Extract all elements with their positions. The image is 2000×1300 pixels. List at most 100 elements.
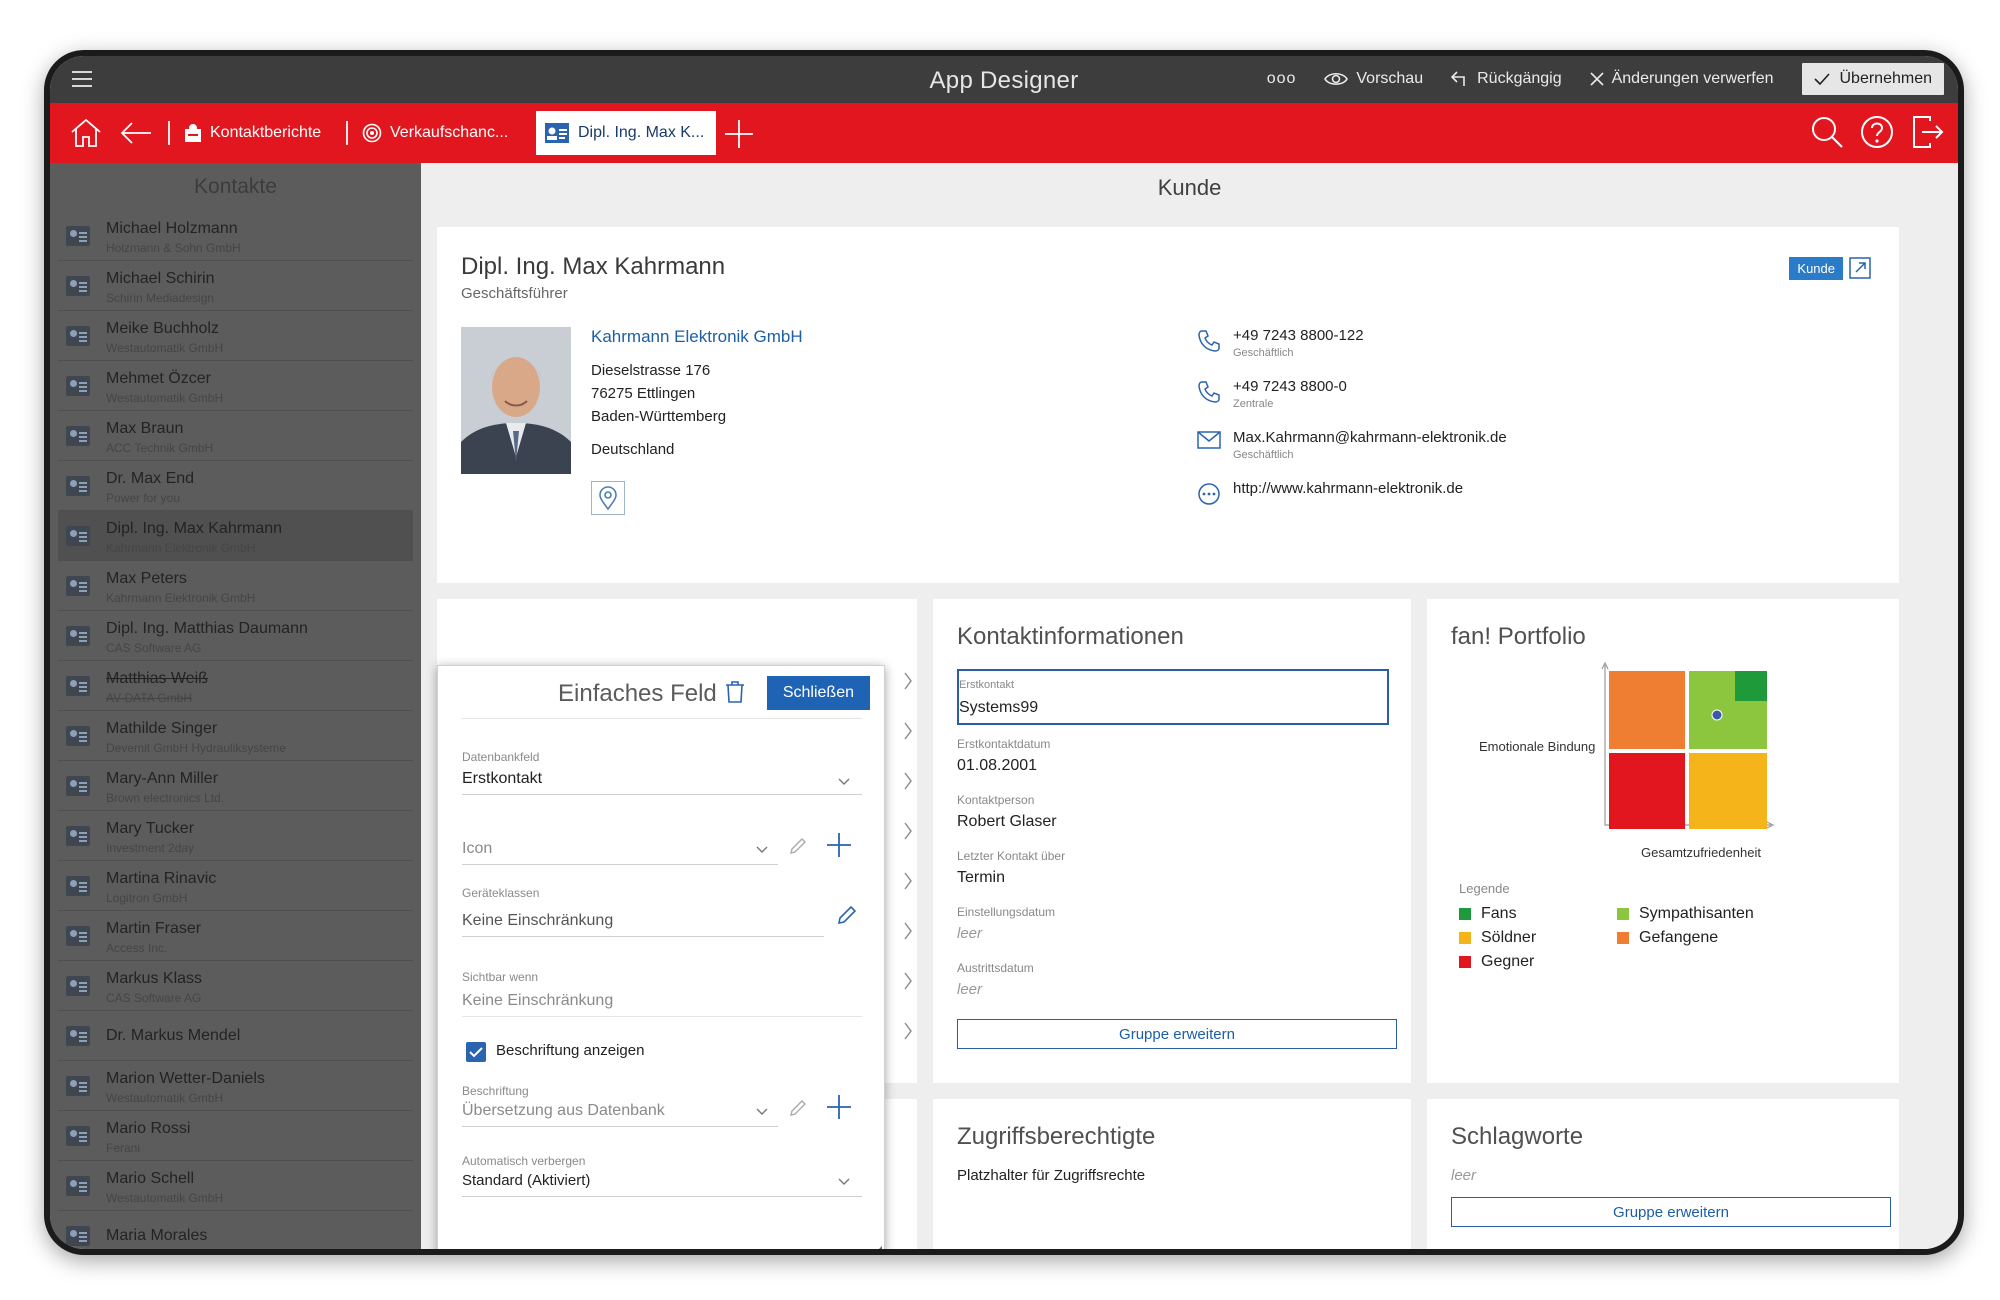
contact-list-name: Mathilde Singer — [106, 720, 218, 737]
phone-1-label: Geschäftlich — [1233, 347, 1294, 359]
contact-card-icon — [66, 726, 90, 746]
contact-list-item[interactable]: Mathilde Singer Devemit GmbH Hydrauliksys… — [58, 711, 413, 761]
legend-label: Sympathisanten — [1639, 905, 1754, 922]
field-value: Systems99 — [959, 699, 1039, 716]
contact-list-company: Access Inc. — [106, 941, 168, 955]
chevron-down-icon[interactable] — [756, 1108, 768, 1116]
contact-list-item[interactable]: Matthias Weiß AV-DATA GmbH — [58, 661, 413, 711]
address-country: Deutschland — [591, 441, 675, 458]
contact-list-company: Westautomatik GmbH — [106, 1091, 224, 1105]
contact-list-name: Markus Klass — [106, 970, 203, 987]
company-link[interactable]: Kahrmann Elektronik GmbH — [591, 327, 803, 347]
contact-list-item[interactable]: Dr. Max End Power for you — [58, 461, 413, 511]
expand-group-button[interactable]: Gruppe erweitern — [957, 1019, 1397, 1049]
contact-list-item[interactable]: Martina Rinavic Logitron GmbH — [58, 861, 413, 911]
quadrant-soeldner — [1689, 753, 1767, 829]
erstkontakt-field-selected[interactable]: Erstkontakt Systems99 — [957, 669, 1389, 725]
website-value: http://www.kahrmann-elektronik.de — [1233, 480, 1464, 497]
contact-list-name: Martina Rinavic — [106, 870, 217, 887]
edit-pencil-icon[interactable] — [788, 1098, 808, 1118]
apply-button[interactable]: Übernehmen — [1801, 63, 1944, 95]
contact-list-item[interactable]: Dipl. Ing. Max Kahrmann Kahrmann Elektron… — [58, 511, 413, 561]
contact-list-item[interactable]: Markus Klass CAS Software AG — [58, 961, 413, 1011]
undo-button[interactable]: Rückgängig — [1451, 70, 1562, 88]
contact-list-item[interactable]: Martin Fraser Access Inc. — [58, 911, 413, 961]
address-city: 76275 Ettlingen — [591, 385, 696, 402]
contact-list-name: Mario Rossi — [106, 1120, 191, 1137]
resize-handle-icon[interactable] — [874, 1246, 882, 1249]
chevron-down-icon[interactable] — [838, 778, 850, 786]
edit-pencil-icon[interactable] — [788, 836, 808, 856]
tags-expand-button[interactable]: Gruppe erweitern — [1451, 1197, 1891, 1227]
show-caption-checkbox[interactable] — [466, 1042, 486, 1062]
contact-card-icon — [66, 926, 90, 946]
contact-card-icon — [66, 476, 90, 496]
contact-list-name: Marion Wetter-Daniels — [106, 1070, 265, 1087]
back-arrow-icon[interactable] — [120, 121, 152, 145]
contact-list-company: ACC Technik GmbH — [106, 441, 214, 455]
contact-list-item[interactable]: Max Peters Kahrmann Elektronik GmbH — [58, 561, 413, 611]
tab-kontaktberichte[interactable]: Kontaktberichte — [184, 115, 321, 151]
contact-list-company: Kahrmann Elektronik GmbH — [106, 591, 256, 605]
checkmark-icon — [469, 1046, 483, 1057]
contact-card-icon — [545, 123, 569, 143]
tab-contact-active[interactable]: Dipl. Ing. Max K... — [536, 111, 717, 155]
add-icon[interactable] — [826, 832, 852, 858]
logout-icon[interactable] — [1910, 115, 1944, 149]
caption-select[interactable]: Übersetzung aus Datenbank — [462, 1102, 665, 1120]
home-icon[interactable] — [70, 118, 102, 148]
edit-pencil-icon[interactable] — [836, 904, 858, 926]
contact-list-item[interactable]: Mario Schell Westautomatik GmbH — [58, 1161, 413, 1211]
field-label: Erstkontakt — [959, 679, 1015, 691]
contact-list-item[interactable]: Mario Rossi Ferani — [58, 1111, 413, 1161]
contact-card-icon — [66, 1176, 90, 1196]
contact-list-item[interactable]: Michael Schirin Schirin Mediadesign — [58, 261, 413, 311]
contact-list-item[interactable]: Michael Holzmann Holzmann & Sohn GmbH — [58, 211, 413, 261]
tab-bar-actions — [1810, 115, 1944, 149]
close-popup-button[interactable]: Schließen — [766, 676, 870, 710]
contact-card-icon — [66, 226, 90, 246]
preview-button[interactable]: Vorschau — [1324, 70, 1423, 88]
contact-card-icon — [66, 626, 90, 646]
contact-list-item[interactable]: Meike Buchholz Westautomatik GmbH — [58, 311, 413, 361]
search-icon[interactable] — [1810, 115, 1844, 149]
contact-list-item[interactable]: Mary-Ann Miller Brown electronics Ltd. — [58, 761, 413, 811]
contact-list-item[interactable]: Mehmet Özcer Westautomatik GmbH — [58, 361, 413, 411]
email-label: Geschäftlich — [1233, 449, 1294, 461]
chevron-down-icon[interactable] — [838, 1178, 850, 1186]
chevron-down-icon[interactable] — [756, 846, 768, 854]
contact-list-item[interactable]: Maria Morales — [58, 1211, 413, 1249]
contact-list-item[interactable]: Dipl. Ing. Matthias Daumann CAS Software … — [58, 611, 413, 661]
portfolio-title: fan! Portfolio — [1451, 623, 1586, 650]
icon-select[interactable]: Icon — [462, 840, 492, 858]
db-field-select[interactable]: Erstkontakt — [462, 770, 542, 788]
caption-label: Beschriftung — [462, 1084, 529, 1098]
trash-icon[interactable] — [724, 680, 746, 704]
more-button[interactable]: ooo — [1267, 70, 1297, 88]
autohide-select[interactable]: Standard (Aktiviert) — [462, 1172, 590, 1189]
visible-when-value[interactable]: Keine Einschränkung — [462, 992, 613, 1010]
legend-fans: Fans — [1459, 905, 1517, 923]
contact-list-item[interactable]: Marion Wetter-Daniels Westautomatik GmbH — [58, 1061, 413, 1111]
contact-list-item[interactable]: Dr. Markus Mendel — [58, 1011, 413, 1061]
contact-list-item[interactable]: Mary Tucker Investment 2day — [58, 811, 413, 861]
open-external-icon[interactable] — [1849, 257, 1871, 279]
autohide-label: Automatisch verbergen — [462, 1154, 586, 1168]
contact-card-icon — [66, 826, 90, 846]
contact-list-item[interactable]: Max Braun ACC Technik GmbH — [58, 411, 413, 461]
add-tab-icon[interactable] — [724, 119, 754, 149]
tab-verkaufschancen[interactable]: Verkaufschanc... — [362, 115, 508, 151]
contact-card-icon — [66, 1126, 90, 1146]
legend-title: Legende — [1459, 881, 1510, 896]
phone-2-label: Zentrale — [1233, 398, 1274, 410]
contact-list-company: CAS Software AG — [106, 991, 202, 1005]
contact-list-company: Ferani — [106, 1141, 141, 1155]
y-axis-label: Emotionale Bindung — [1479, 739, 1596, 754]
map-button[interactable] — [591, 481, 625, 515]
add-icon[interactable] — [826, 1094, 852, 1120]
legend-sympathisanten: Sympathisanten — [1617, 905, 1754, 923]
phone-2-value: +49 7243 8800-0 — [1233, 378, 1347, 395]
help-icon[interactable] — [1860, 115, 1894, 149]
contact-card-icon — [66, 876, 90, 896]
discard-button[interactable]: Änderungen verwerfen — [1590, 70, 1774, 88]
